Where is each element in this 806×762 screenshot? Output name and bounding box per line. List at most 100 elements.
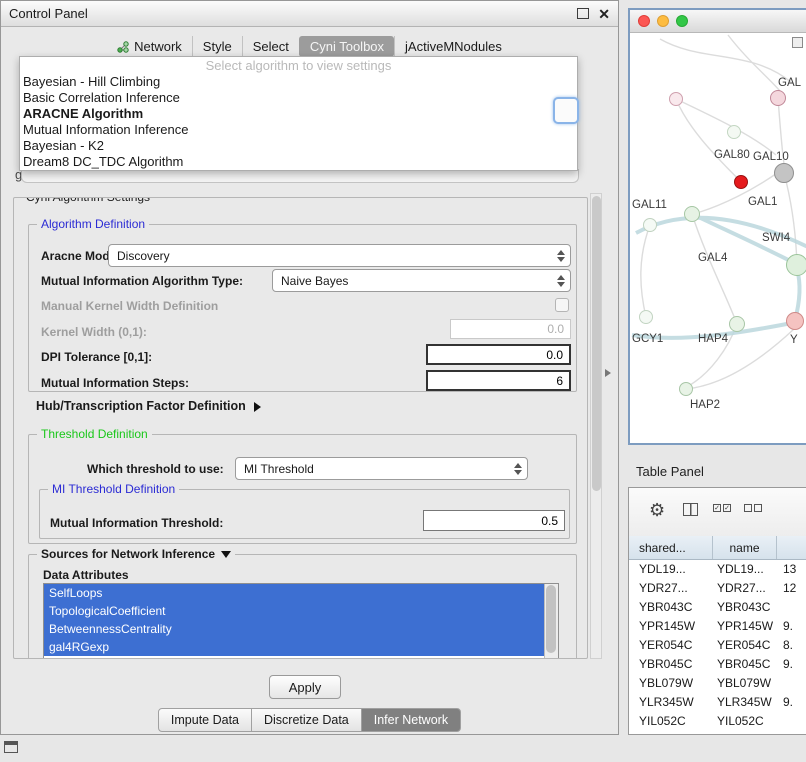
node-label: HAP4 <box>698 333 728 345</box>
float-window-icon[interactable] <box>577 8 589 19</box>
deselect-all-checkboxes-icon[interactable] <box>744 504 762 512</box>
algorithm-combobox-focus-ring[interactable] <box>553 97 579 124</box>
dropdown-item[interactable]: Dream8 DC_TDC Algorithm <box>20 154 577 170</box>
table-row[interactable]: YBR045C YBR045C 9. <box>629 654 806 673</box>
tab-style-label: Style <box>203 39 232 54</box>
minimize-traffic-light[interactable] <box>657 15 669 27</box>
table-row[interactable]: YDL19... YDL19... 13 <box>629 559 806 578</box>
network-view-window: GALGAL80GAL10GAL11GAL1SWI4GAL4GCY1HAP4YH… <box>628 8 806 445</box>
tab-infer-network[interactable]: Infer Network <box>361 708 461 732</box>
mi-steps-label: Mutual Information Steps: <box>41 376 189 390</box>
mi-type-value: Naive Bayes <box>273 274 552 288</box>
network-node[interactable] <box>684 206 700 222</box>
threshold-definition-group: Threshold Definition Which threshold to … <box>28 434 577 544</box>
network-node[interactable] <box>639 310 653 324</box>
cell: YPR145W <box>629 619 713 633</box>
network-node[interactable] <box>669 92 683 106</box>
network-node[interactable] <box>774 163 794 183</box>
dropdown-item-selected[interactable]: ARACNE Algorithm <box>20 106 577 122</box>
zoom-traffic-light[interactable] <box>676 15 688 27</box>
column-header-name[interactable]: name <box>713 536 777 559</box>
attribute-list-scrollbar[interactable] <box>544 584 558 659</box>
network-canvas[interactable]: GALGAL80GAL10GAL11GAL1SWI4GAL4GCY1HAP4YH… <box>630 33 806 443</box>
network-node[interactable] <box>643 218 657 232</box>
hub-section-label: Hub/Transcription Factor Definition <box>36 399 246 413</box>
control-panel-window: Control Panel ✕ Network Style Select Cyn… <box>0 0 619 735</box>
cell: YBL079W <box>629 676 713 690</box>
network-node[interactable] <box>734 175 748 189</box>
table-row[interactable]: YIL052C YIL052C <box>629 711 806 730</box>
column-header-extra[interactable] <box>777 536 806 559</box>
table-row[interactable]: YPR145W YPR145W 9. <box>629 616 806 635</box>
cell: YBR043C <box>629 600 713 614</box>
hub-section-toggle[interactable]: Hub/Transcription Factor Definition <box>36 399 261 413</box>
table-row[interactable]: YER054C YER054C 8. <box>629 635 806 654</box>
dropdown-item[interactable]: Mutual Information Inference <box>20 122 577 138</box>
apply-button[interactable]: Apply <box>269 675 341 699</box>
table-row[interactable]: YBL079W YBL079W <box>629 673 806 692</box>
manual-kernel-checkbox[interactable] <box>555 298 569 312</box>
dpi-tolerance-field[interactable] <box>426 344 571 365</box>
network-node[interactable] <box>727 125 741 139</box>
network-node[interactable] <box>770 90 786 106</box>
node-label: GAL4 <box>698 252 727 264</box>
tab-network-label: Network <box>134 39 182 54</box>
bottom-tabs: Impute Data Discretize Data Infer Networ… <box>1 708 618 732</box>
chevron-right-icon <box>254 402 261 412</box>
attribute-item[interactable]: SelfLoops <box>44 584 558 602</box>
network-node[interactable] <box>786 254 806 276</box>
attribute-item[interactable]: BetweennessCentrality <box>44 620 558 638</box>
column-header-shared-name[interactable]: shared... <box>629 536 713 559</box>
sources-title-toggle[interactable]: Sources for Network Inference <box>37 547 235 561</box>
aracne-mode-value: Discovery <box>109 249 552 263</box>
tab-impute-data[interactable]: Impute Data <box>158 708 252 732</box>
attribute-item[interactable]: gal4RGexp <box>44 638 558 656</box>
gear-icon[interactable]: ⚙ <box>649 500 665 520</box>
table-row[interactable]: YBR043C YBR043C <box>629 597 806 616</box>
select-all-checkboxes-icon[interactable]: ✓✓ <box>713 504 731 512</box>
network-node[interactable] <box>729 316 745 332</box>
network-node[interactable] <box>679 382 693 396</box>
tab-style[interactable]: Style <box>192 36 242 57</box>
tab-select[interactable]: Select <box>242 36 299 57</box>
cell: 9. <box>777 619 806 633</box>
panel-dock-icon[interactable] <box>4 741 18 753</box>
table-toolbar: ⚙ ✓✓ <box>629 488 806 537</box>
mi-steps-field[interactable] <box>426 370 571 391</box>
network-node[interactable] <box>786 312 804 330</box>
cell: YDR27... <box>713 581 777 595</box>
cell: YPR145W <box>713 619 777 633</box>
close-traffic-light[interactable] <box>638 15 650 27</box>
settings-scrollbar-thumb[interactable] <box>592 196 601 491</box>
node-label: HAP2 <box>690 399 720 411</box>
cell: YER054C <box>629 638 713 652</box>
aracne-mode-combobox[interactable]: Discovery <box>108 244 571 267</box>
tab-discretize-data[interactable]: Discretize Data <box>251 708 362 732</box>
data-attributes-label: Data Attributes <box>43 568 129 582</box>
dropdown-item[interactable]: Bayesian - Hill Climbing <box>20 74 577 90</box>
tab-cyni-toolbox[interactable]: Cyni Toolbox <box>299 36 394 57</box>
columns-icon[interactable] <box>683 503 698 516</box>
table-row[interactable]: YDR27... YDR27... 12 <box>629 578 806 597</box>
cell: YLR345W <box>713 695 777 709</box>
cell: YDL19... <box>629 562 713 576</box>
table-row[interactable]: YLR345W YLR345W 9. <box>629 692 806 711</box>
dropdown-item[interactable]: Basic Correlation Inference <box>20 90 577 106</box>
mi-type-combobox[interactable]: Naive Bayes <box>272 269 571 292</box>
which-threshold-combobox[interactable]: MI Threshold <box>235 457 528 480</box>
mi-threshold-field[interactable] <box>423 510 565 531</box>
node-label: GAL11 <box>632 199 667 211</box>
close-icon[interactable]: ✕ <box>598 7 610 21</box>
tab-select-label: Select <box>253 39 289 54</box>
network-overlay-widget[interactable] <box>792 37 803 48</box>
settings-scrollbar[interactable] <box>590 193 602 659</box>
data-attributes-list: SelfLoops TopologicalCoefficient Between… <box>43 583 559 659</box>
algorithm-combobox-bottom-edge[interactable] <box>21 169 579 183</box>
dropdown-item[interactable]: Bayesian - K2 <box>20 138 577 154</box>
splitter-collapse-arrow[interactable] <box>605 369 611 377</box>
combo-arrows-icon <box>552 250 570 262</box>
attribute-item[interactable]: TopologicalCoefficient <box>44 602 558 620</box>
tab-jactivemnodules[interactable]: jActiveMNodules <box>394 36 512 57</box>
kernel-width-field[interactable] <box>450 319 571 339</box>
tab-network[interactable]: Network <box>107 36 192 57</box>
